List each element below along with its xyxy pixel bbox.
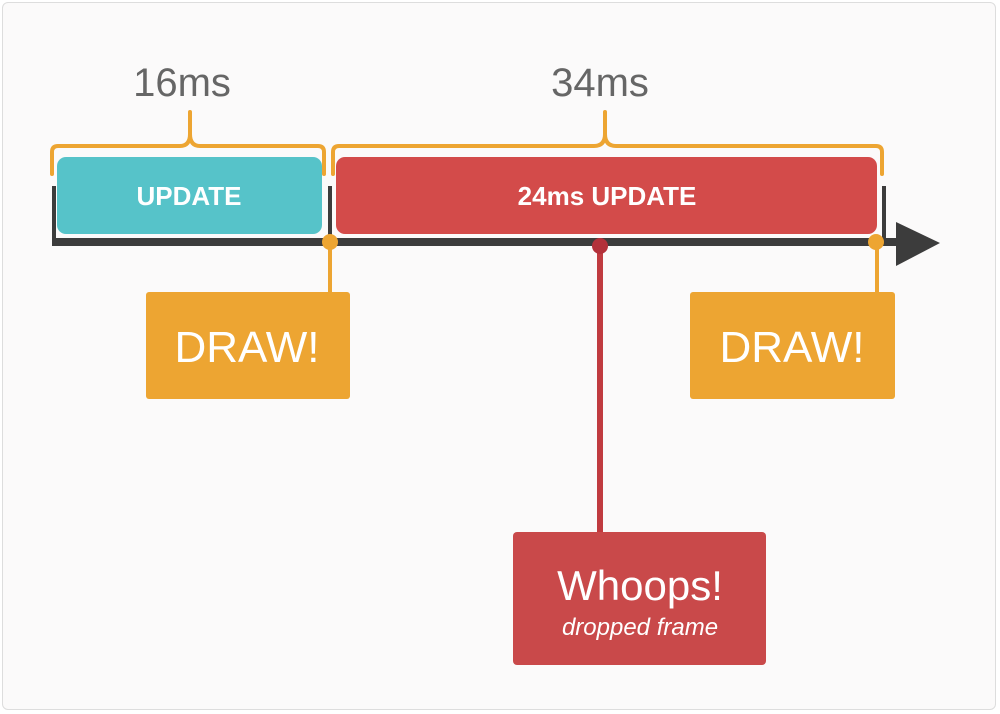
draw-box-1-label: DRAW!	[174, 323, 319, 372]
draw-box-2-label: DRAW!	[719, 323, 864, 372]
whoops-title: Whoops!	[557, 562, 723, 609]
bracket-34ms-label: 34ms	[551, 61, 649, 105]
slow-update-bar-label: 24ms UPDATE	[518, 181, 697, 211]
draw-marker-1	[322, 234, 338, 250]
bracket-16ms-label: 16ms	[133, 61, 231, 105]
update-bar-label: UPDATE	[137, 181, 242, 211]
timeline-arrowhead	[896, 222, 940, 266]
frame-timing-diagram: 16ms 34ms UPDATE 24ms UPDATE DRAW! DRAW!…	[50, 61, 940, 665]
whoops-subtitle: dropped frame	[562, 614, 718, 641]
missed-frame-marker	[592, 238, 608, 254]
draw-marker-2	[868, 234, 884, 250]
